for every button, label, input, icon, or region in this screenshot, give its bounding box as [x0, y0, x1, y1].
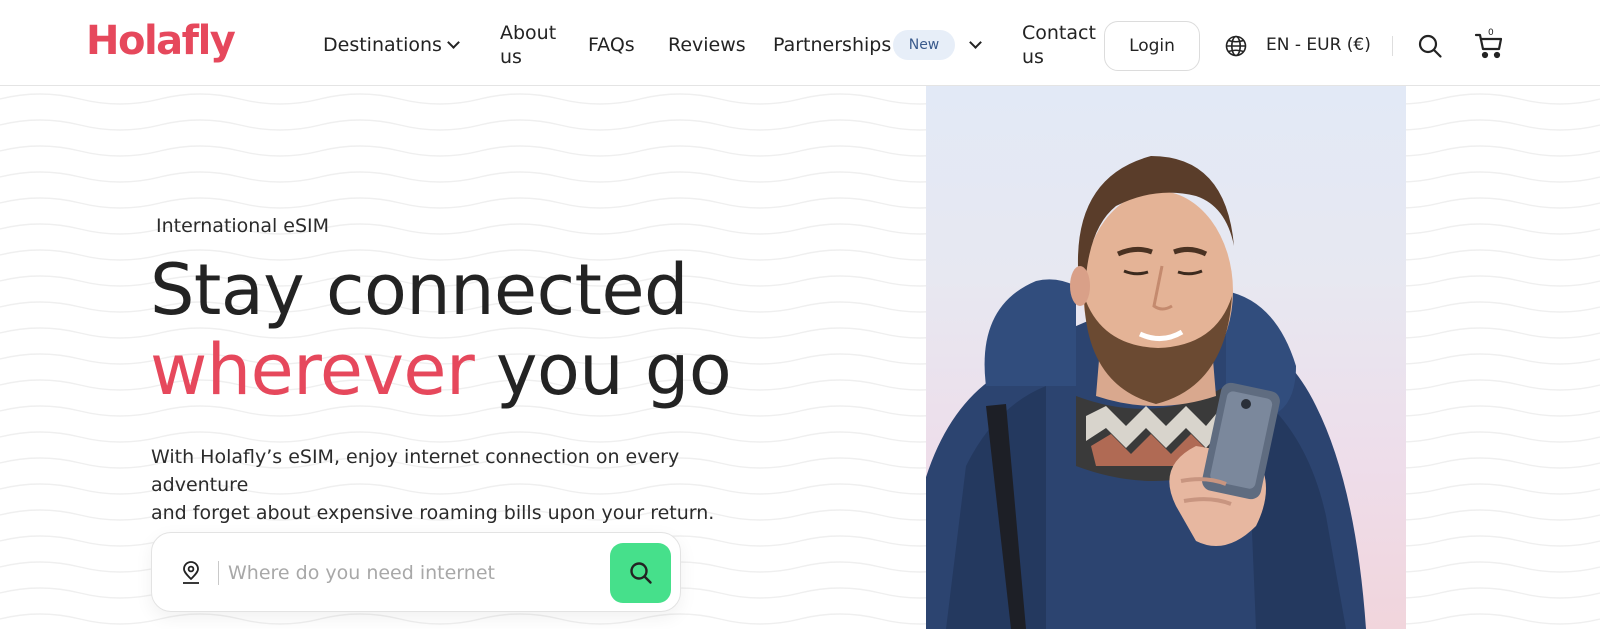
nav-destinations[interactable]: Destinations [323, 33, 442, 57]
destination-search-box [151, 532, 681, 612]
subcopy-line1: With Holafly’s eSIM, enjoy internet conn… [151, 446, 680, 496]
nav-about-us[interactable]: About us [500, 21, 570, 69]
input-caret [218, 561, 219, 585]
nav-partnerships[interactable]: Partnerships [773, 33, 891, 57]
destination-search-button[interactable] [610, 543, 671, 603]
headline-line1: Stay connected [150, 249, 689, 331]
nav-about-line1: About [500, 22, 557, 44]
headline-line2: wherever you go [150, 330, 850, 410]
new-badge: New [893, 30, 955, 60]
globe-icon[interactable] [1224, 34, 1248, 58]
subcopy-line2: and forget about expensive roaming bills… [151, 502, 715, 524]
search-icon [630, 562, 652, 584]
nav-reviews[interactable]: Reviews [668, 33, 746, 57]
headline-rest: you go [496, 329, 732, 411]
destination-search-input[interactable] [228, 553, 588, 593]
chevron-down-icon[interactable] [447, 36, 460, 49]
headline-accent: wherever [150, 329, 475, 411]
login-button[interactable]: Login [1104, 21, 1200, 71]
hero-photo-traveler [926, 86, 1406, 629]
site-header: Holafly Destinations About us FAQs Revie… [0, 0, 1600, 86]
language-currency-selector[interactable]: EN - EUR (€) [1266, 35, 1371, 55]
chevron-down-icon[interactable] [969, 36, 982, 49]
cart-count: 0 [1488, 28, 1494, 38]
hero-eyebrow: International eSIM [156, 215, 330, 237]
search-icon[interactable] [1417, 33, 1443, 59]
hero-headline: Stay connected wherever you go [150, 250, 850, 410]
nav-faqs[interactable]: FAQs [588, 33, 635, 57]
location-pin-icon [183, 561, 199, 584]
nav-contact-line1: Contact [1022, 22, 1096, 44]
traveler-illustration [926, 156, 1366, 629]
nav-contact-us[interactable]: Contact us [1022, 21, 1102, 69]
nav-contact-line2: us [1022, 46, 1044, 68]
header-divider [1392, 36, 1393, 56]
hero-subcopy: With Holafly’s eSIM, enjoy internet conn… [151, 443, 781, 527]
nav-about-line2: us [500, 46, 522, 68]
holafly-logo[interactable]: Holafly [86, 18, 236, 64]
